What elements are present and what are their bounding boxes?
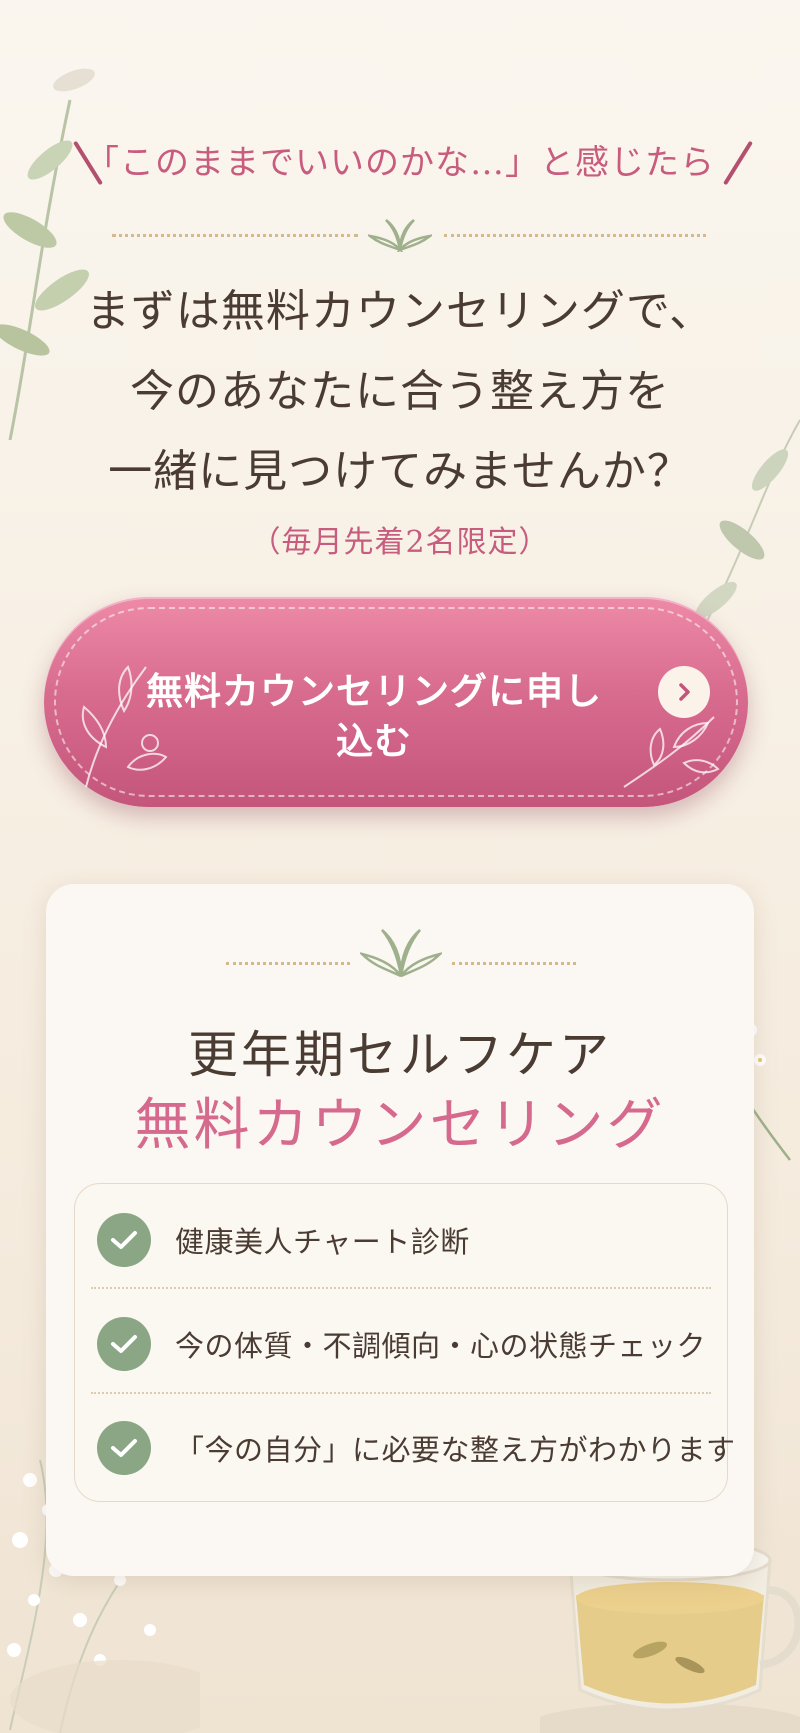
kicker-text: 「このままでいいのかな…」と感じたら [85,143,715,183]
list-item-text: 「今の自分」に必要な整え方がわかります [175,1433,736,1467]
list-separator [91,1287,711,1289]
chevron-right-icon [658,666,710,718]
card-title-line-1: 更年期セルフケア [188,1026,612,1084]
list-item-text: 健康美人チャート診断 [175,1225,470,1259]
headline-line-2: 今のあなたに合う整え方を [130,366,670,417]
list-item: 「今の自分」に必要な整え方がわかります [95,1396,735,1500]
card-divider-right [452,962,576,965]
list-separator [91,1392,711,1394]
card-leaf-ornament-icon [360,929,442,978]
benefit-checklist: 健康美人チャート診断 今の体質・不調傾向・心の状態チェック 「今の自分」に必要な… [74,1183,735,1502]
check-icon [97,1317,151,1371]
floral-line-art-right-icon [623,716,720,788]
list-item-text: 今の体質・不調傾向・心の状態チェック [175,1329,707,1363]
divider-left [112,234,358,237]
check-icon [97,1421,151,1475]
apply-button-label: 無料カウンセリングに申し込む [146,670,602,763]
divider-right [444,234,706,237]
list-item: 健康美人チャート診断 [95,1188,707,1292]
check-icon [97,1213,151,1267]
headline-line-3: 一緒に見つけてみませんか？ [108,446,692,497]
card-divider-left [226,962,350,965]
card-title-line-2: 無料カウンセリング [134,1093,666,1158]
leaf-ornament-icon [368,219,432,252]
list-item: 今の体質・不調傾向・心の状態チェック [95,1292,707,1396]
limited-availability-note: （毎月先着2名限定） [250,525,550,560]
headline-line-1: まずは無料カウンセリングで、 [85,286,715,337]
apply-free-counseling-button[interactable]: 無料カウンセリングに申し込む [44,597,748,807]
